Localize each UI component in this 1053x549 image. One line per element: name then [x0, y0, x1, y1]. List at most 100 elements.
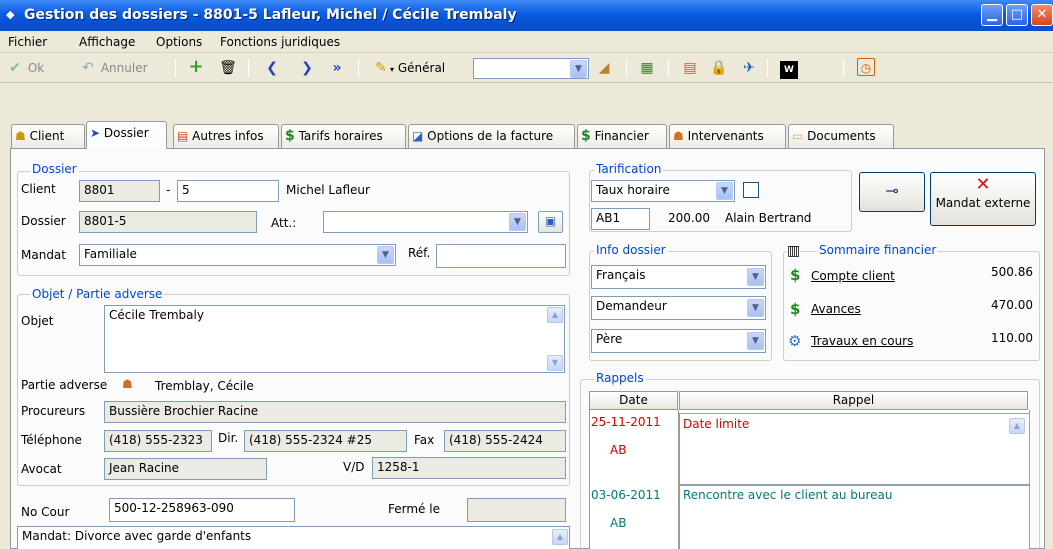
tab-intervenants[interactable]: ☗ Intervenants	[669, 124, 786, 148]
ref-label: Réf.	[408, 246, 431, 260]
vd-label: V/D	[343, 460, 365, 474]
chevron-down-icon[interactable]: ▼	[509, 213, 526, 231]
menu-affichage[interactable]: Affichage	[79, 35, 135, 49]
contact-card-icon: ▣	[544, 214, 557, 228]
att-combo[interactable]: ▼	[323, 211, 528, 233]
client-number-field[interactable]: 8801	[79, 180, 160, 202]
chevron-down-icon[interactable]: ▼	[716, 182, 733, 200]
tarification-type-value: Taux horaire	[596, 183, 670, 197]
word-button[interactable]: W	[780, 58, 798, 79]
objet-textarea[interactable]: Cécile Trembaly ▲ ▼	[104, 305, 565, 373]
chevron-down-icon[interactable]: ▼	[747, 332, 764, 350]
dossier-number-field[interactable]: 8801-5	[79, 211, 257, 233]
delete-button[interactable]: 🗑	[219, 58, 237, 78]
runner-icon: ✈	[743, 60, 755, 76]
compte-client-link[interactable]: Compte client	[811, 269, 895, 283]
previous-button[interactable]: ❮	[263, 58, 281, 78]
chevron-down-icon[interactable]: ▼	[747, 299, 764, 317]
rappel-date: 25-11-2011	[591, 415, 661, 429]
scroll-up-icon[interactable]: ▲	[1009, 418, 1025, 434]
tab-tarifs-horaires[interactable]: $ Tarifs horaires	[281, 124, 406, 148]
mandat-note-textarea[interactable]: Mandat: Divorce avec garde d'enfants ▲	[17, 526, 570, 549]
no-cour-input[interactable]: 500-12-258963-090	[109, 498, 295, 522]
pin-button[interactable]: ⊸	[859, 172, 925, 212]
parent-combo[interactable]: Père ▼	[591, 329, 766, 353]
scroll-down-icon[interactable]: ▼	[547, 355, 563, 371]
objet-value: Cécile Trembaly	[109, 308, 204, 322]
ferme-date-field[interactable]	[467, 498, 566, 522]
menu-fonctions-juridiques[interactable]: Fonctions juridiques	[220, 35, 340, 49]
langue-combo[interactable]: Français ▼	[591, 265, 766, 289]
tab-financier[interactable]: $ Financier	[577, 124, 667, 148]
avocat-value: Jean Racine	[109, 461, 180, 475]
toolbar: ✔ Ok ↶ Annuler + 🗑 ❮ ❯ » ✎ ▾ Général ▼ ◢ …	[0, 53, 1053, 83]
avocat-field[interactable]: Jean Racine	[104, 458, 267, 480]
sommaire-group-label: Sommaire financier	[817, 243, 939, 257]
rappels-col-date[interactable]: Date	[589, 391, 678, 410]
tab-dossier[interactable]: ➤ Dossier	[86, 121, 167, 149]
spreadsheet-button[interactable]: ▦	[638, 58, 656, 78]
toolbar-separator	[248, 59, 249, 77]
client-sub-field[interactable]: 5	[177, 180, 279, 202]
mandat-externe-button[interactable]: ✕ Mandat externe	[930, 172, 1036, 226]
scroll-up-icon[interactable]: ▲	[552, 529, 568, 545]
mandat-value: Familiale	[84, 247, 137, 261]
next-button[interactable]: ❯	[298, 58, 316, 78]
toolbar-separator	[668, 59, 669, 77]
add-button[interactable]: +	[187, 58, 205, 78]
dir-field[interactable]: (418) 555-2324 #25	[244, 430, 407, 452]
avances-link[interactable]: Avances	[811, 302, 861, 316]
cancel-button[interactable]: ↶ Annuler	[79, 58, 147, 78]
eraser-icon: ◢	[598, 60, 610, 76]
chevron-down-icon[interactable]: ▼	[377, 246, 394, 264]
scroll-up-icon[interactable]: ▲	[547, 307, 563, 323]
tab-client[interactable]: ☗ Client	[11, 124, 85, 148]
ok-button[interactable]: ✔ Ok	[6, 58, 44, 78]
ref-input[interactable]	[436, 244, 566, 268]
red-x-icon: ✕	[975, 174, 991, 195]
eraser-button[interactable]: ◢	[595, 58, 613, 78]
no-cour-label: No Cour	[21, 505, 70, 519]
tarification-type-combo[interactable]: Taux horaire ▼	[591, 180, 735, 202]
view-combo[interactable]: ▼	[473, 58, 589, 79]
vd-field[interactable]: 1258-1	[372, 457, 566, 479]
tarification-group-label: Tarification	[594, 162, 664, 176]
chevron-down-icon[interactable]: ▼	[747, 268, 764, 286]
title-bar[interactable]: ◆ Gestion des dossiers - 8801-5 Lafleur,…	[0, 0, 1053, 31]
minimize-button[interactable]: ▁	[981, 4, 1003, 26]
role-combo[interactable]: Demandeur ▼	[591, 296, 766, 320]
menu-options[interactable]: Options	[156, 35, 202, 49]
tab-label: Intervenants	[687, 129, 764, 143]
timer-button[interactable]: ◷	[857, 58, 875, 78]
rappel-text-box[interactable]: Date limite ▲	[679, 413, 1030, 485]
dollar-icon: $	[285, 128, 295, 144]
rappel-text-box[interactable]: Rencontre avec le client au bureau	[679, 485, 1030, 549]
tarification-code-value: AB1	[596, 211, 621, 225]
contact-card-button[interactable]: ▣	[538, 211, 563, 233]
menu-fichier[interactable]: Fichier	[8, 35, 47, 49]
travaux-en-cours-value: 110.00	[991, 331, 1033, 345]
mandat-label: Mandat	[21, 248, 66, 262]
tab-documents[interactable]: ▭ Documents	[788, 124, 894, 148]
fax-field[interactable]: (418) 555-2424	[444, 430, 566, 452]
travaux-en-cours-link[interactable]: Travaux en cours	[811, 334, 913, 348]
chevron-left-icon: ❮	[266, 60, 278, 76]
telephone-field[interactable]: (418) 555-2323	[104, 430, 212, 452]
view-label: Général	[397, 61, 446, 75]
tab-options-facture[interactable]: ◪ Options de la facture	[408, 124, 575, 148]
tarification-code-input[interactable]: AB1	[591, 208, 650, 230]
procureurs-field[interactable]: Bussière Brochier Racine	[104, 401, 566, 423]
close-button[interactable]: ✕	[1031, 4, 1053, 26]
lock-button[interactable]: 🔒	[710, 58, 728, 78]
chevron-down-icon[interactable]: ▼	[570, 60, 587, 78]
tarification-checkbox[interactable]	[743, 182, 759, 198]
run-button[interactable]: ✈	[740, 58, 758, 78]
tab-autres-infos[interactable]: ▤ Autres infos	[173, 124, 279, 148]
caret-down-icon: ▾	[390, 65, 395, 74]
mandat-combo[interactable]: Familiale ▼	[79, 244, 396, 266]
view-selector-button[interactable]: ✎ ▾ Général	[372, 58, 445, 78]
notes-button[interactable]: ▤	[681, 58, 699, 78]
last-button[interactable]: »	[328, 58, 346, 78]
rappels-col-rappel[interactable]: Rappel	[679, 391, 1028, 410]
maximize-button[interactable]: □	[1006, 4, 1028, 26]
